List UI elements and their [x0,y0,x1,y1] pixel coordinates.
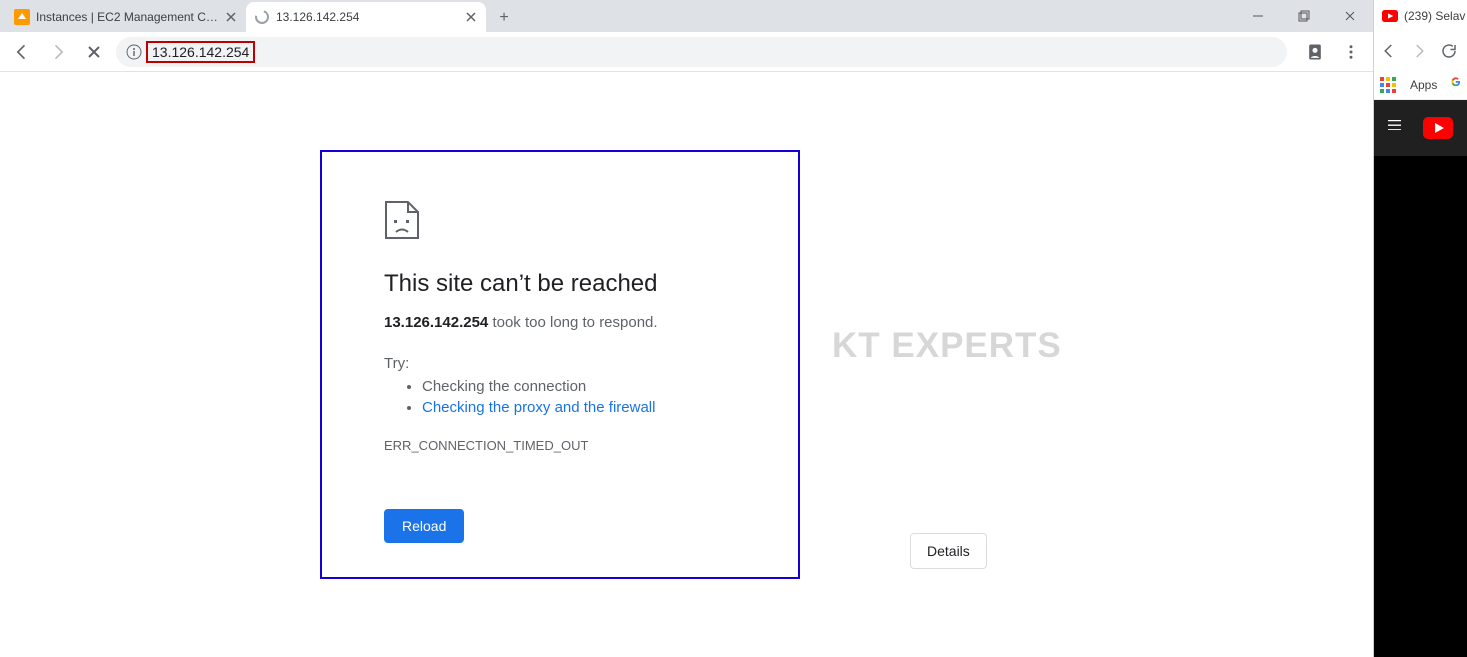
minimize-button[interactable] [1235,0,1281,32]
address-bar[interactable]: 13.126.142.254 [116,37,1287,67]
menu-icon[interactable] [1388,120,1401,136]
url-text: 13.126.142.254 [146,41,255,63]
reload-icon[interactable] [1440,42,1458,60]
youtube-logo-icon[interactable] [1423,117,1453,139]
info-icon [126,44,142,60]
back-button[interactable] [8,38,36,66]
youtube-header [1374,100,1467,156]
right-tab[interactable]: (239) Selav [1374,0,1467,32]
page-content: This site can’t be reached 13.126.142.25… [0,72,1373,657]
right-tab-title: (239) Selav [1404,9,1465,23]
browser-toolbar: 13.126.142.254 [0,32,1373,72]
error-page-container: This site can’t be reached 13.126.142.25… [320,150,800,579]
window-controls [1235,0,1373,32]
youtube-favicon-icon [1382,10,1398,22]
error-host: 13.126.142.254 [384,314,488,331]
back-button[interactable] [1380,42,1398,60]
menu-button[interactable] [1337,38,1365,66]
suggestion-connection: Checking the connection [422,378,736,395]
browser-window-left: Instances | EC2 Management Con 13.126.14… [0,0,1373,657]
aws-favicon-icon [14,9,30,25]
close-icon[interactable] [224,10,238,24]
error-code: ERR_CONNECTION_TIMED_OUT [384,438,736,453]
forward-button[interactable] [1410,42,1428,60]
suggestion-proxy-link[interactable]: Checking the proxy and the firewall [422,399,655,416]
forward-button[interactable] [44,38,72,66]
right-bookmarks-bar: Apps [1374,70,1467,100]
tab-title: 13.126.142.254 [276,10,458,24]
tab-ip[interactable]: 13.126.142.254 [246,2,486,32]
tab-title: Instances | EC2 Management Con [36,10,218,24]
account-icon[interactable] [1301,38,1329,66]
error-heading: This site can’t be reached [384,270,736,298]
right-toolbar [1374,32,1467,70]
try-label: Try: [384,355,736,372]
browser-window-right: (239) Selav Apps [1373,0,1467,657]
tab-ec2[interactable]: Instances | EC2 Management Con [6,2,246,32]
new-tab-button[interactable]: + [490,4,518,32]
close-icon[interactable] [464,10,478,24]
error-description: 13.126.142.254 took too long to respond. [384,314,736,331]
sad-document-icon [384,200,420,240]
youtube-body [1374,156,1467,657]
loading-spinner-icon [254,9,270,25]
watermark-text: KT EXPERTS [832,326,1062,366]
google-icon[interactable] [1451,77,1461,93]
maximize-button[interactable] [1281,0,1327,32]
apps-label[interactable]: Apps [1410,78,1437,92]
reload-button[interactable]: Reload [384,509,464,543]
apps-icon[interactable] [1380,77,1396,93]
tab-strip: Instances | EC2 Management Con 13.126.14… [0,0,1373,32]
suggestions-list: Checking the connection Checking the pro… [384,378,736,416]
stop-button[interactable] [80,38,108,66]
close-window-button[interactable] [1327,0,1373,32]
error-host-suffix: took too long to respond. [488,314,657,331]
details-button[interactable]: Details [910,533,987,569]
